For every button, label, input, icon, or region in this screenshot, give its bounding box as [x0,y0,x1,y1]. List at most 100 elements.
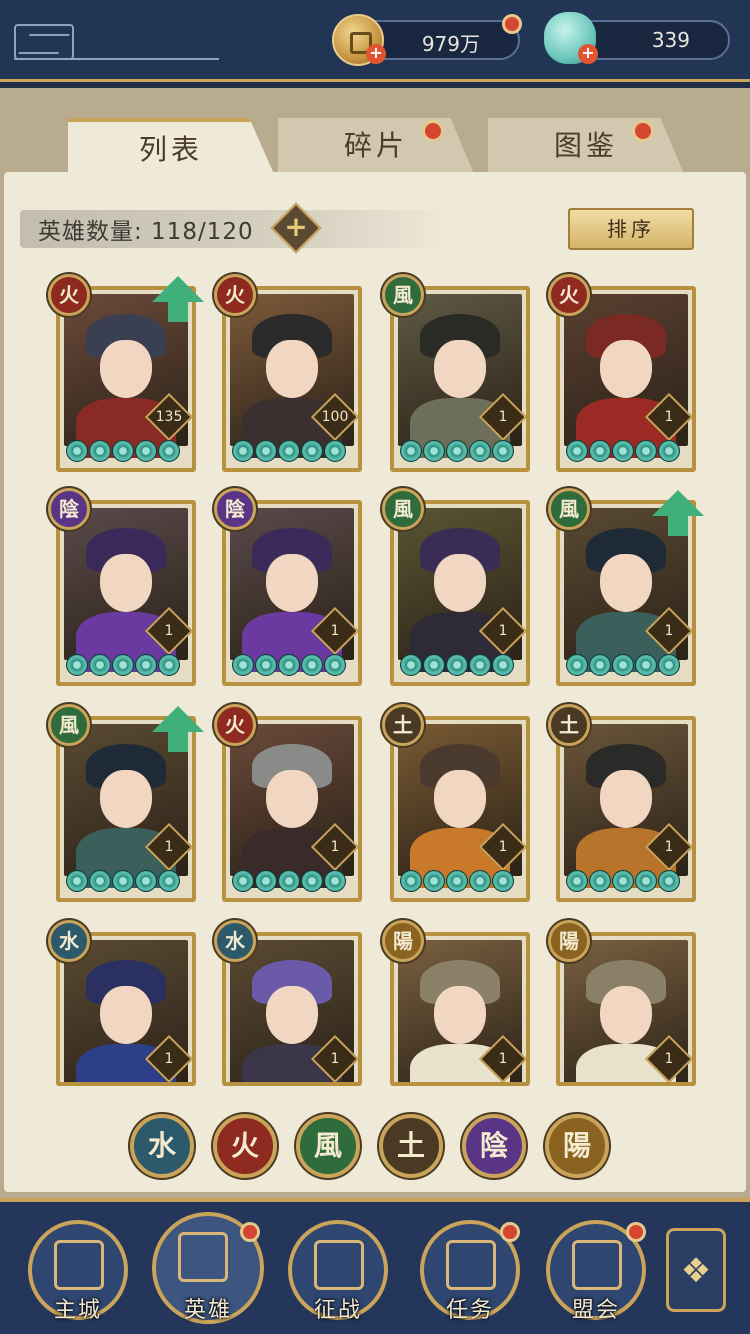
jade-star-icon [135,440,157,462]
jade-star-icon [301,654,323,676]
filter-water-button[interactable]: 水 [130,1114,194,1178]
hero-level: 135 [155,409,183,425]
hero-face [600,554,652,612]
upgrade-arrow-icon [152,706,204,752]
hero-face [266,340,318,398]
jade-star-icon [446,440,468,462]
tab-list-label: 列表 [138,133,203,166]
hero-star-gems [66,654,180,676]
hero-face [600,770,652,828]
hero-level: 1 [164,839,174,855]
upgrade-arrow-icon [152,276,204,322]
jade-star-icon [255,654,277,676]
filter-fire-button[interactable]: 火 [213,1114,277,1178]
nav-label: 英雄 [183,1298,232,1323]
jade-star-icon [446,654,468,676]
hero-level: 1 [330,839,340,855]
hero-level: 1 [498,623,508,639]
hero-level: 1 [664,1051,674,1067]
hero-face [266,554,318,612]
element-badge-yin: 陰 [48,488,90,530]
jade-add-icon[interactable]: + [578,44,598,64]
hero-face [266,986,318,1044]
sort-button[interactable]: 排序 [568,208,694,250]
coin-resource[interactable]: + 979万 [332,14,522,66]
element-badge-earth: 土 [548,704,590,746]
hero-star-gems [232,440,346,462]
jade-star-icon [492,870,514,892]
filter-yang-button[interactable]: 陽 [545,1114,609,1178]
jade-star-icon [423,870,445,892]
hero-level: 1 [664,839,674,855]
hero-star-gems [232,654,346,676]
jade-star-icon [400,870,422,892]
jade-star-icon [232,654,254,676]
hero-face [434,554,486,612]
filter-yin-button[interactable]: 陰 [462,1114,526,1178]
jade-star-icon [423,440,445,462]
element-badge-water: 水 [214,920,256,962]
hero-level: 1 [330,623,340,639]
hero-star-gems [66,870,180,892]
element-badge-wind: 風 [382,488,424,530]
jade-star-icon [324,654,346,676]
nav-label: 征战 [313,1298,362,1323]
element-badge-wind: 風 [548,488,590,530]
jade-star-icon [635,440,657,462]
battle-helmet-icon [314,1240,364,1290]
hero-screen: + 979万 + 339 列表 碎片 图鉴 英雄数量: 118/120 + 排序… [0,0,750,1334]
nav-label: 主城 [53,1298,102,1323]
jade-star-icon [566,654,588,676]
jade-star-icon [135,870,157,892]
coin-notification-dot [502,14,522,34]
hero-face [434,340,486,398]
jade-star-icon [301,440,323,462]
element-badge-yang: 陽 [382,920,424,962]
back-logo-icon[interactable] [14,24,74,60]
element-badge-water: 水 [48,920,90,962]
hero-face [266,770,318,828]
jade-star-icon [469,440,491,462]
menu-grid-icon[interactable]: ❖ [666,1228,726,1312]
nav-notification-dot [500,1222,520,1242]
tab-codex[interactable]: 图鉴 [488,118,684,174]
hero-level: 1 [164,1051,174,1067]
tab-fragments-notification-dot [422,120,444,142]
filter-earth-button[interactable]: 土 [379,1114,443,1178]
tab-fragments-label: 碎片 [343,129,408,162]
hero-star-gems [566,870,680,892]
hero-face [100,554,152,612]
hero-face [434,986,486,1044]
element-badge-fire: 火 [548,274,590,316]
element-badge-fire: 火 [48,274,90,316]
plus-icon: + [284,210,308,243]
tab-fragments[interactable]: 碎片 [278,118,474,174]
filter-wind-button[interactable]: 風 [296,1114,360,1178]
hero-level: 100 [321,409,349,425]
tab-list[interactable]: 列表 [68,118,274,174]
jade-star-icon [89,440,111,462]
hero-portrait-icon [178,1232,228,1282]
hero-star-gems [400,654,514,676]
jade-star-icon [612,654,634,676]
jade-star-icon [324,440,346,462]
hero-level: 1 [664,623,674,639]
jade-star-icon [158,440,180,462]
jade-star-icon [301,870,323,892]
hero-face [600,340,652,398]
hero-level: 1 [164,623,174,639]
jade-star-icon [589,654,611,676]
jade-star-icon [566,870,588,892]
jade-resource[interactable]: + 339 [544,12,730,64]
jade-star-icon [89,654,111,676]
element-badge-fire: 火 [214,704,256,746]
hero-level: 1 [664,409,674,425]
hero-star-gems [232,870,346,892]
hero-star-gems [400,870,514,892]
jade-value: 339 [651,28,690,52]
jade-star-icon [66,654,88,676]
jade-star-icon [423,654,445,676]
coin-add-icon[interactable]: + [366,44,386,64]
top-bar: + 979万 + 339 [0,0,750,82]
jade-star-icon [158,654,180,676]
